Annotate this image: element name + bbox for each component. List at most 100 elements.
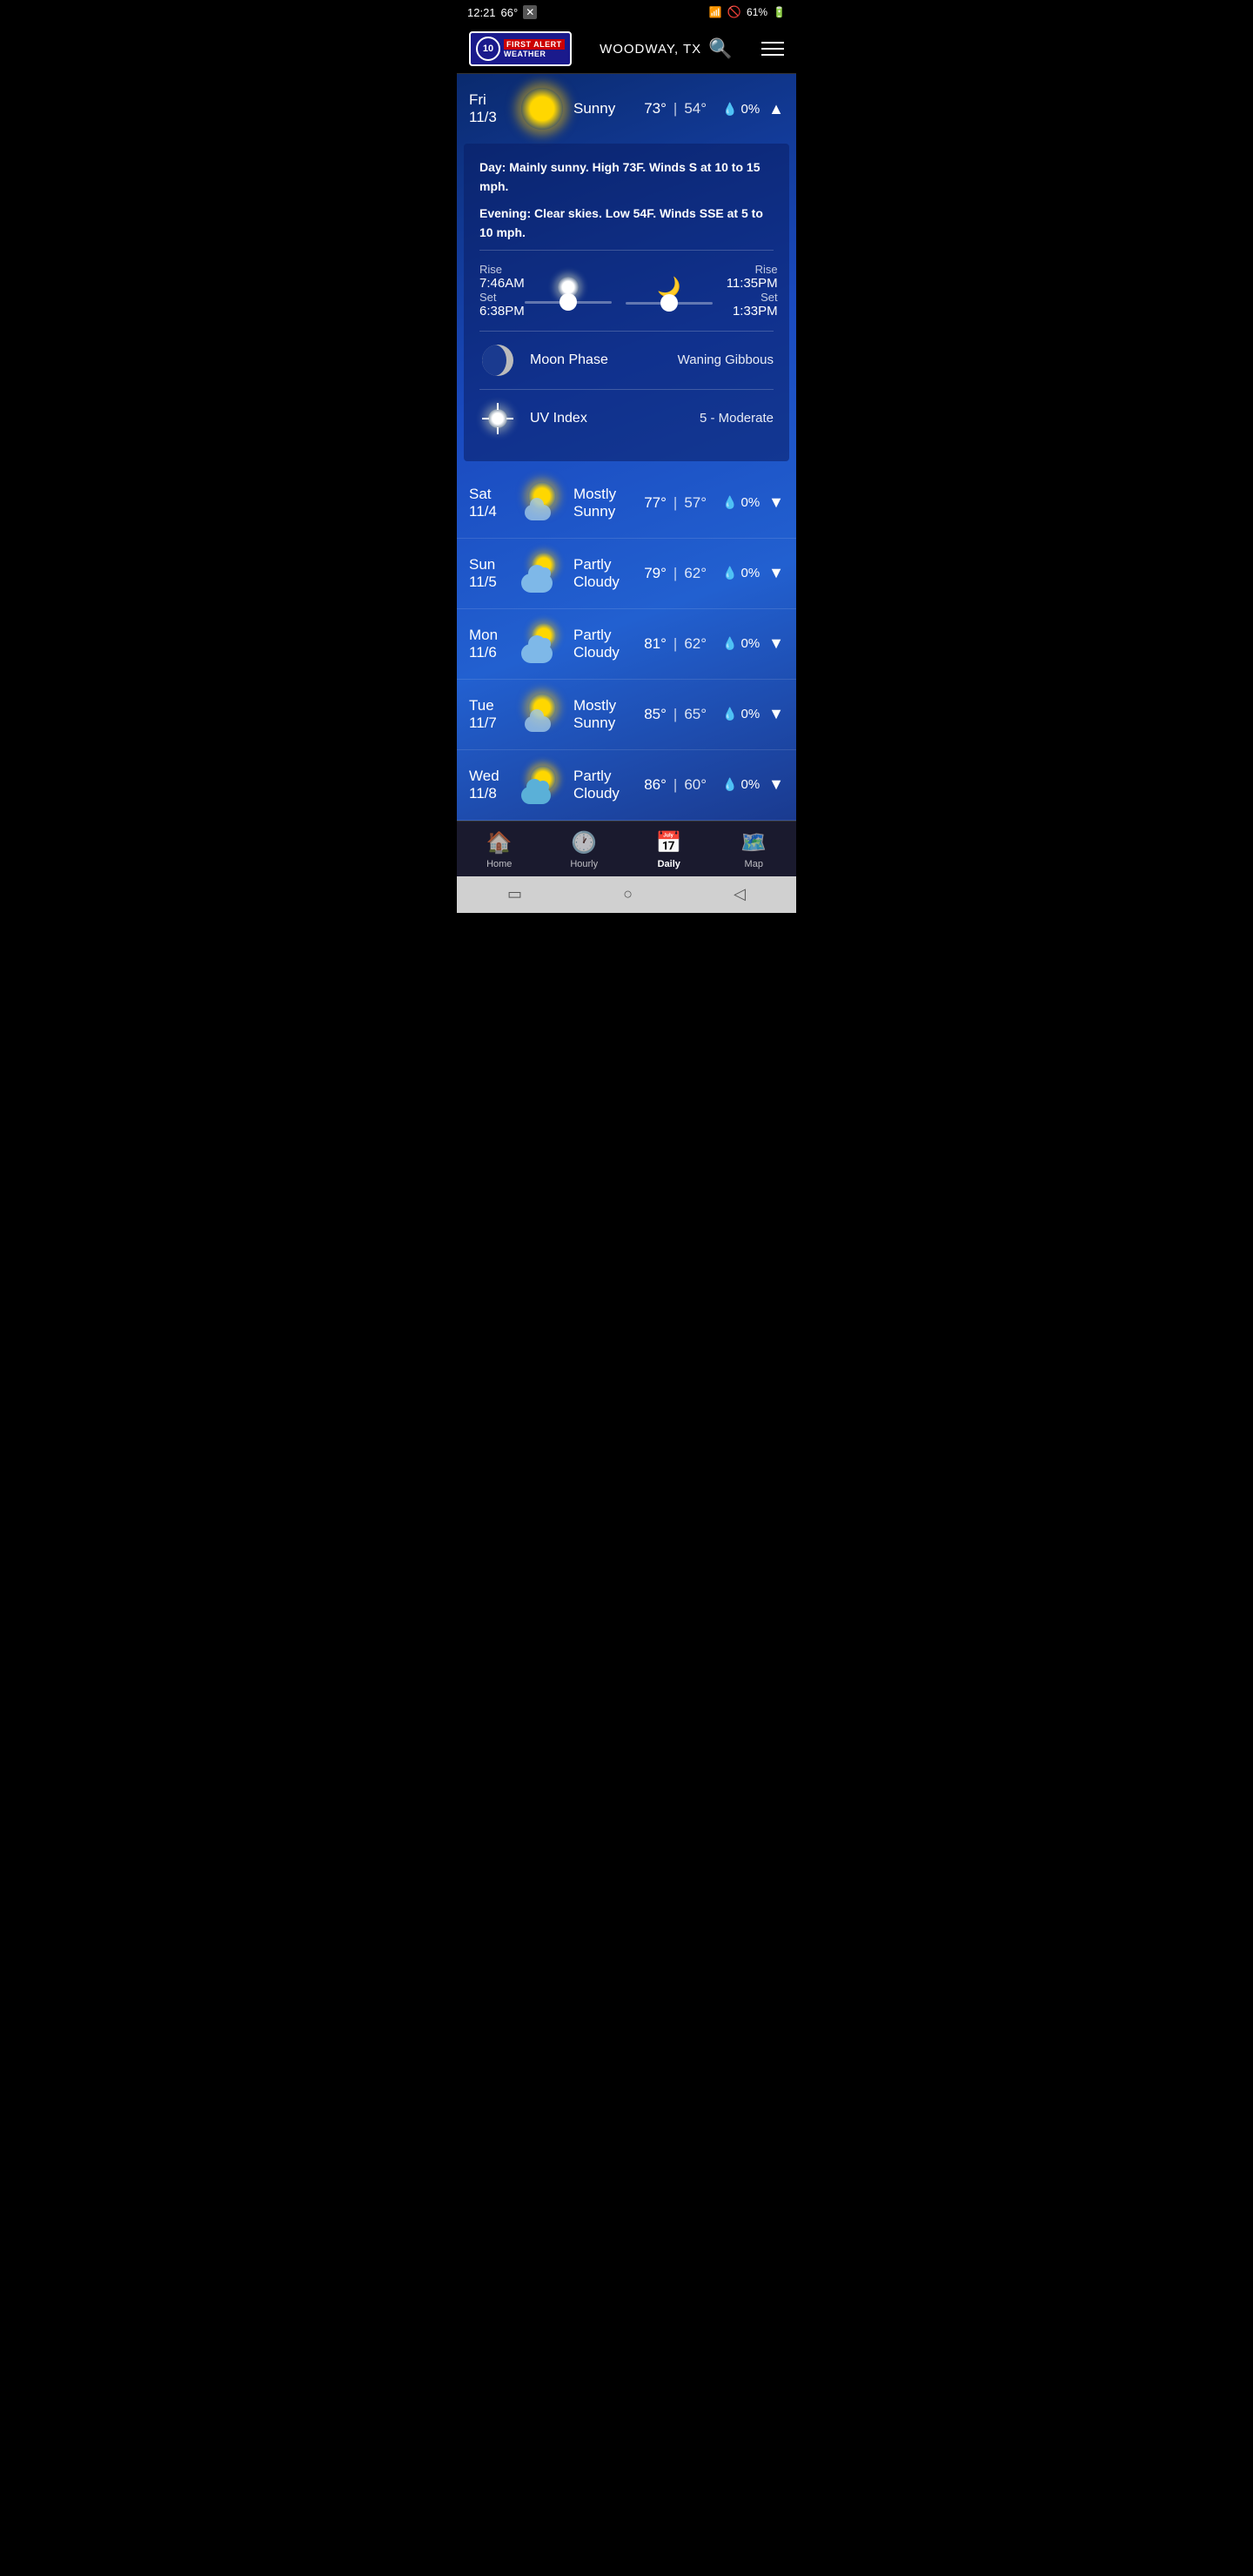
droplet-icon: 💧 (722, 566, 737, 580)
day-label: Day: (479, 160, 506, 174)
forecast-day-label: Mon 11/6 (469, 627, 511, 661)
nav-home[interactable]: 🏠 Home (473, 830, 526, 869)
forecast-precip: 💧 0% (722, 495, 760, 510)
forecast-precip-value: 0% (740, 707, 760, 721)
mostly-sunny-icon (519, 480, 565, 526)
forecast-condition: Partly Cloudy (573, 627, 635, 661)
location-text: WOODWAY, TX (600, 42, 701, 57)
forecast-icon (519, 692, 565, 737)
uv-icon-container (479, 400, 516, 437)
app-header: 10 FIRST ALERT WEATHER WOODWAY, TX 🔍 (457, 24, 796, 74)
forecast-temps: 81° | 62° (644, 635, 707, 653)
status-temp: 66° (501, 6, 519, 19)
menu-icon[interactable] (761, 37, 784, 60)
forecast-row[interactable]: Tue 11/7 Mostly Sunny 85° | 65° 💧 0% ▼ (457, 680, 796, 750)
forecast-day-name: Sun (469, 556, 511, 574)
evening-description: Evening: Clear skies. Low 54F. Winds SSE… (479, 204, 774, 243)
nav-map[interactable]: 🗺️ Map (727, 830, 780, 869)
android-back-button[interactable]: ◁ (734, 885, 746, 903)
forecast-temps: 85° | 65° (644, 706, 707, 723)
partly-cloudy-2-icon (519, 762, 565, 808)
current-temps: 73° | 54° (644, 100, 707, 117)
forecast-temp-low: 62° (684, 565, 707, 582)
temp-separator: | (673, 100, 677, 117)
forecast-row[interactable]: Mon 11/6 Partly Cloudy 81° | 62° 💧 0% ▼ (457, 609, 796, 680)
forecast-container: Sat 11/4 Mostly Sunny 77° | 57° 💧 0% ▼ S… (457, 468, 796, 821)
main-content: Fri 11/3 Sunny 73° | 54° 💧 0% ▲ Day: Mai… (457, 74, 796, 821)
forecast-condition: Mostly Sunny (573, 486, 635, 520)
detail-divider-1 (479, 250, 774, 251)
logo-text: FIRST ALERT WEATHER (504, 39, 565, 58)
rise-set-container: Rise 7:46AM Set 6:38PM 🌙 Rise (479, 263, 774, 319)
forecast-temps: 79° | 62° (644, 565, 707, 582)
current-day-name: Fri (469, 91, 511, 109)
moon-set-time: 1:33PM (727, 304, 778, 319)
map-icon: 🗺️ (740, 830, 767, 855)
moon-set-label: Set (727, 291, 778, 304)
forecast-icon (519, 621, 565, 667)
battery-icon: 🔋 (773, 6, 786, 18)
nav-map-label: Map (745, 859, 763, 869)
uv-label: UV Index (530, 411, 686, 426)
moon-phase-value: Waning Gibbous (678, 352, 774, 367)
logo-bottom-text: WEATHER (504, 50, 565, 58)
forecast-day-date: 11/4 (469, 503, 511, 520)
uv-index-row: UV Index 5 - Moderate (479, 400, 774, 437)
day-description: Day: Mainly sunny. High 73F. Winds S at … (479, 158, 774, 197)
forecast-row[interactable]: Wed 11/8 Partly Cloudy 86° | 60° 💧 0% ▼ (457, 750, 796, 821)
forecast-precip: 💧 0% (722, 777, 760, 792)
logo-top-text: FIRST ALERT (504, 39, 565, 50)
forecast-temp-high: 81° (644, 635, 667, 653)
android-recent-button[interactable]: ▭ (507, 885, 522, 903)
day-desc-text: Mainly sunny. High 73F. Winds S at 10 to… (479, 160, 760, 193)
partly-cloudy-icon (519, 621, 565, 667)
droplet-icon: 💧 (722, 102, 737, 117)
moon-bar: 🌙 (626, 276, 713, 305)
forecast-chevron-down[interactable]: ▼ (768, 564, 784, 582)
forecast-precip-value: 0% (740, 777, 760, 792)
current-temp-low: 54° (684, 100, 707, 117)
app-logo[interactable]: 10 FIRST ALERT WEATHER (469, 31, 572, 66)
forecast-temp-low: 60° (684, 776, 707, 794)
forecast-icon (519, 551, 565, 596)
forecast-precip: 💧 0% (722, 707, 760, 721)
location-display[interactable]: WOODWAY, TX 🔍 (600, 37, 734, 60)
moon-timeline-bar (626, 302, 713, 305)
mostly-sunny-icon (519, 692, 565, 737)
current-precip: 💧 0% (722, 102, 760, 117)
moon-rise-time: 11:35PM (727, 276, 778, 291)
calendar-icon: 📅 (656, 830, 682, 855)
forecast-condition: Partly Cloudy (573, 768, 635, 802)
rise-label: Rise (479, 263, 525, 276)
forecast-chevron-down[interactable]: ▼ (768, 493, 784, 512)
forecast-day-label: Tue 11/7 (469, 697, 511, 732)
forecast-temp-low: 57° (684, 494, 707, 512)
forecast-chevron-down[interactable]: ▼ (768, 775, 784, 794)
forecast-chevron-down[interactable]: ▼ (768, 634, 784, 653)
moon-phase-icon (482, 345, 513, 376)
current-day-header[interactable]: Fri 11/3 Sunny 73° | 54° 💧 0% ▲ (457, 74, 796, 144)
forecast-condition: Partly Cloudy (573, 556, 635, 591)
sun-set-time: 6:38PM (479, 304, 525, 319)
forecast-icon (519, 762, 565, 808)
no-calls-icon: 🚫 (727, 5, 741, 19)
bottom-nav: 🏠 Home 🕐 Hourly 📅 Daily 🗺️ Map (457, 821, 796, 876)
forecast-row[interactable]: Sun 11/5 Partly Cloudy 79° | 62° 💧 0% ▼ (457, 539, 796, 609)
channel-number: 10 (476, 37, 500, 61)
moon-phase-label: Moon Phase (530, 352, 664, 368)
search-icon[interactable]: 🔍 (708, 37, 733, 60)
nav-daily[interactable]: 📅 Daily (643, 830, 695, 869)
clock-icon: 🕐 (571, 830, 597, 855)
forecast-day-name: Tue (469, 697, 511, 714)
moon-rise-label: Rise (727, 263, 778, 276)
forecast-temp-high: 77° (644, 494, 667, 512)
forecast-condition: Mostly Sunny (573, 697, 635, 732)
nav-hourly[interactable]: 🕐 Hourly (558, 830, 610, 869)
forecast-chevron-down[interactable]: ▼ (768, 705, 784, 723)
forecast-row[interactable]: Sat 11/4 Mostly Sunny 77° | 57° 💧 0% ▼ (457, 468, 796, 539)
expand-chevron-up[interactable]: ▲ (768, 100, 784, 118)
android-home-button[interactable]: ○ (623, 885, 633, 903)
forecast-precip: 💧 0% (722, 636, 760, 651)
forecast-day-date: 11/7 (469, 714, 511, 732)
forecast-day-name: Wed (469, 768, 511, 785)
